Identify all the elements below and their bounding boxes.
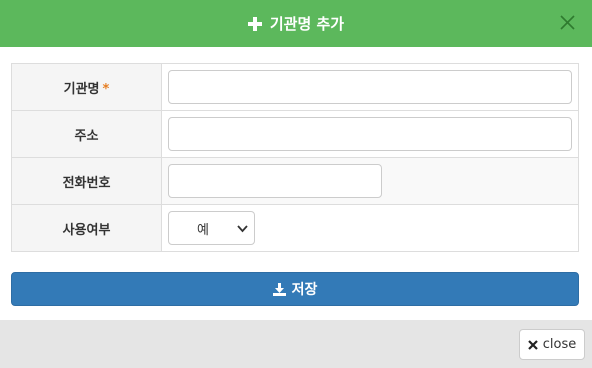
form-row-phone: 전화번호 bbox=[11, 157, 579, 205]
form-row-usage: 사용여부 예 bbox=[11, 204, 579, 252]
address-label: 주소 bbox=[11, 110, 162, 158]
modal-footer: close bbox=[0, 320, 592, 368]
usage-select-value: 예 bbox=[197, 222, 209, 238]
address-input[interactable] bbox=[168, 117, 572, 151]
usage-label: 사용여부 bbox=[11, 204, 162, 252]
phone-input[interactable] bbox=[168, 164, 382, 198]
form-row-institution-name: 기관명 * bbox=[11, 63, 579, 111]
institution-name-input[interactable] bbox=[168, 70, 572, 104]
save-button[interactable]: 저장 bbox=[11, 272, 579, 306]
modal-header: 기관명 추가 bbox=[0, 0, 592, 47]
phone-cell bbox=[161, 157, 579, 205]
download-icon bbox=[272, 282, 286, 296]
form-table: 기관명 * 주소 전화번호 사용여부 예 bbox=[11, 63, 579, 252]
modal-title-text: 기관명 추가 bbox=[269, 15, 345, 33]
times-icon bbox=[527, 339, 538, 350]
phone-label: 전화번호 bbox=[11, 157, 162, 205]
address-cell bbox=[161, 110, 579, 158]
required-mark: * bbox=[102, 81, 110, 97]
close-icon[interactable] bbox=[559, 14, 576, 31]
institution-name-cell bbox=[161, 63, 579, 111]
institution-name-label-text: 기관명 bbox=[63, 81, 100, 97]
plus-icon bbox=[247, 16, 262, 31]
footer-close-label: close bbox=[542, 337, 577, 352]
chevron-down-icon bbox=[237, 225, 248, 233]
footer-close-button[interactable]: close bbox=[519, 329, 585, 360]
usage-cell: 예 bbox=[161, 204, 579, 252]
modal-title: 기관명 추가 bbox=[247, 13, 345, 34]
institution-name-label: 기관명 * bbox=[11, 63, 162, 111]
usage-select[interactable]: 예 bbox=[168, 211, 255, 245]
save-button-label: 저장 bbox=[291, 282, 318, 298]
form-row-address: 주소 bbox=[11, 110, 579, 158]
